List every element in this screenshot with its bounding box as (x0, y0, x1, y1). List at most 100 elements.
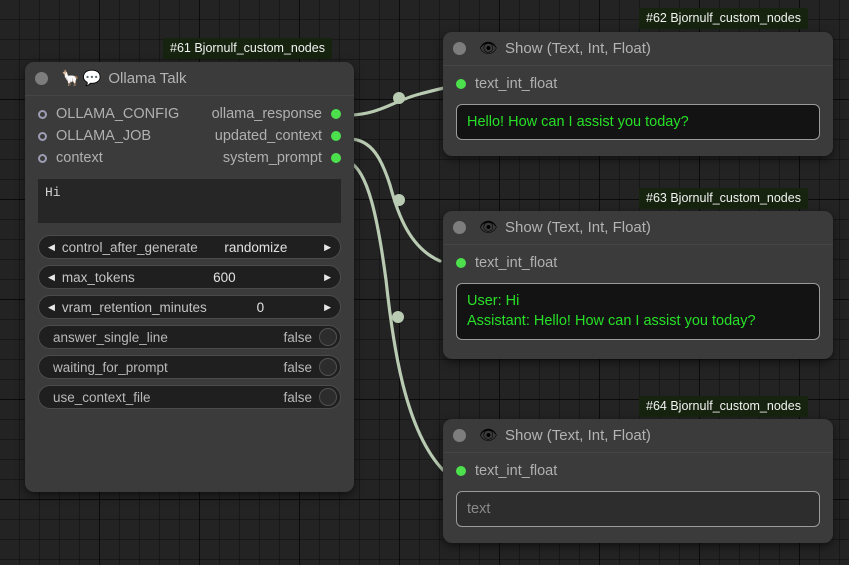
slot-row: text_int_float (443, 460, 833, 482)
widget-value: false (283, 390, 312, 405)
node-widgets-61: ◀ control_after_generate randomize ▶ ◀ m… (25, 223, 354, 422)
chevron-right-icon[interactable]: ▶ (324, 273, 331, 282)
node-id-badge-62: #62 Bjornulf_custom_nodes (639, 8, 808, 29)
link-midpoint-dot-2 (393, 194, 405, 206)
widget-label: control_after_generate (62, 240, 198, 255)
toggle-knob-icon[interactable] (319, 388, 337, 406)
chevron-left-icon[interactable]: ◀ (48, 243, 55, 252)
slot-row: OLLAMA_JOB updated_context (25, 125, 354, 147)
input-slot-ollama-config[interactable]: OLLAMA_CONFIG (38, 106, 179, 122)
widget-waiting-for-prompt[interactable]: waiting_for_prompt false (38, 355, 341, 379)
slot-row: OLLAMA_CONFIG ollama_response (25, 103, 354, 125)
output-dot-icon[interactable] (331, 131, 341, 141)
slot-row: text_int_float (443, 73, 833, 95)
node-graph-canvas[interactable]: #61 Bjornulf_custom_nodes 🦙 💬 Ollama Tal… (0, 0, 849, 565)
input-dot-icon[interactable] (38, 132, 47, 141)
widget-label: answer_single_line (53, 330, 168, 345)
chevron-left-icon[interactable]: ◀ (48, 273, 55, 282)
link-updated-context-to-node63 (349, 139, 440, 261)
link-midpoint-dot-1 (393, 92, 405, 104)
node-slots-63: text_int_float (443, 245, 833, 276)
widget-value: false (283, 330, 312, 345)
node-id-badge-63: #63 Bjornulf_custom_nodes (639, 188, 808, 209)
widget-label: use_context_file (53, 390, 151, 405)
input-dot-icon[interactable] (456, 466, 466, 476)
link-midpoint-dot-3 (392, 311, 404, 323)
node-title-label: Ollama Talk (108, 70, 186, 87)
output-slot-label: ollama_response (212, 106, 322, 122)
output-slot-updated-context[interactable]: updated_context (215, 128, 341, 144)
node-ollama-talk[interactable]: 🦙 💬 Ollama Talk OLLAMA_CONFIG ollama_res… (25, 62, 354, 492)
speech-balloon-icon: 💬 (83, 71, 102, 86)
node-title-label: Show (Text, Int, Float) (505, 427, 651, 444)
eye-icon: 👁 (479, 428, 498, 443)
node-title-bar-61[interactable]: 🦙 💬 Ollama Talk (25, 62, 354, 96)
prompt-textarea[interactable]: Hi (38, 179, 341, 223)
slot-row: text_int_float (443, 252, 833, 274)
input-dot-icon[interactable] (38, 154, 47, 163)
node-id-badge-61: #61 Bjornulf_custom_nodes (163, 38, 332, 59)
input-slot-label: text_int_float (475, 255, 557, 271)
input-slot-text-int-float[interactable]: text_int_float (456, 463, 557, 479)
node-title-label: Show (Text, Int, Float) (505, 40, 651, 57)
output-slot-label: system_prompt (223, 150, 322, 166)
show-output-textarea[interactable]: User: Hi Assistant: Hello! How can I ass… (456, 283, 820, 340)
node-slots-62: text_int_float (443, 66, 833, 97)
node-title-bar-63[interactable]: 👁 Show (Text, Int, Float) (443, 211, 833, 245)
eye-icon: 👁 (479, 220, 498, 235)
slot-row: context system_prompt (25, 147, 354, 169)
input-slot-text-int-float[interactable]: text_int_float (456, 76, 557, 92)
collapse-dot-icon[interactable] (453, 42, 466, 55)
output-slot-label: updated_context (215, 128, 322, 144)
node-slots-61: OLLAMA_CONFIG ollama_response OLLAMA_JOB… (25, 96, 354, 171)
collapse-dot-icon[interactable] (453, 221, 466, 234)
input-dot-icon[interactable] (456, 258, 466, 268)
widget-control-after-generate[interactable]: ◀ control_after_generate randomize ▶ (38, 235, 341, 259)
collapse-dot-icon[interactable] (35, 72, 48, 85)
input-slot-label: text_int_float (475, 76, 557, 92)
input-slot-context[interactable]: context (38, 150, 103, 166)
chevron-right-icon[interactable]: ▶ (324, 243, 331, 252)
toggle-knob-icon[interactable] (319, 358, 337, 376)
widget-max-tokens[interactable]: ◀ max_tokens 600 ▶ (38, 265, 341, 289)
widget-value: false (283, 360, 312, 375)
input-dot-icon[interactable] (456, 79, 466, 89)
widget-label: waiting_for_prompt (53, 360, 168, 375)
widget-label: vram_retention_minutes (62, 300, 207, 315)
widget-value: 0 (257, 300, 265, 315)
input-slot-label: OLLAMA_CONFIG (56, 106, 179, 122)
widget-value: randomize (224, 240, 287, 255)
node-id-badge-64: #64 Bjornulf_custom_nodes (639, 396, 808, 417)
output-slot-system-prompt[interactable]: system_prompt (223, 150, 341, 166)
show-output-textarea[interactable]: Hello! How can I assist you today? (456, 104, 820, 140)
input-slot-label: OLLAMA_JOB (56, 128, 151, 144)
input-dot-icon[interactable] (38, 110, 47, 119)
widget-label: max_tokens (62, 270, 135, 285)
link-system-prompt-to-node64 (349, 162, 443, 470)
node-title-bar-64[interactable]: 👁 Show (Text, Int, Float) (443, 419, 833, 453)
node-show-63[interactable]: 👁 Show (Text, Int, Float) text_int_float… (443, 211, 833, 359)
chevron-left-icon[interactable]: ◀ (48, 303, 55, 312)
output-dot-icon[interactable] (331, 109, 341, 119)
toggle-knob-icon[interactable] (319, 328, 337, 346)
output-dot-icon[interactable] (331, 153, 341, 163)
widget-value: 600 (213, 270, 236, 285)
input-slot-ollama-job[interactable]: OLLAMA_JOB (38, 128, 151, 144)
show-output-textarea[interactable]: text (456, 491, 820, 527)
output-slot-ollama-response[interactable]: ollama_response (212, 106, 341, 122)
input-slot-label: text_int_float (475, 463, 557, 479)
widget-use-context-file[interactable]: use_context_file false (38, 385, 341, 409)
node-title-label: Show (Text, Int, Float) (505, 219, 651, 236)
input-slot-text-int-float[interactable]: text_int_float (456, 255, 557, 271)
node-show-64[interactable]: 👁 Show (Text, Int, Float) text_int_float… (443, 419, 833, 543)
node-slots-64: text_int_float (443, 453, 833, 484)
chevron-right-icon[interactable]: ▶ (324, 303, 331, 312)
link-ollama-response-to-node62 (349, 86, 455, 115)
input-slot-label: context (56, 150, 103, 166)
node-show-62[interactable]: 👁 Show (Text, Int, Float) text_int_float… (443, 32, 833, 156)
widget-answer-single-line[interactable]: answer_single_line false (38, 325, 341, 349)
node-title-bar-62[interactable]: 👁 Show (Text, Int, Float) (443, 32, 833, 66)
llama-icon: 🦙 (61, 71, 80, 86)
collapse-dot-icon[interactable] (453, 429, 466, 442)
widget-vram-retention-minutes[interactable]: ◀ vram_retention_minutes 0 ▶ (38, 295, 341, 319)
